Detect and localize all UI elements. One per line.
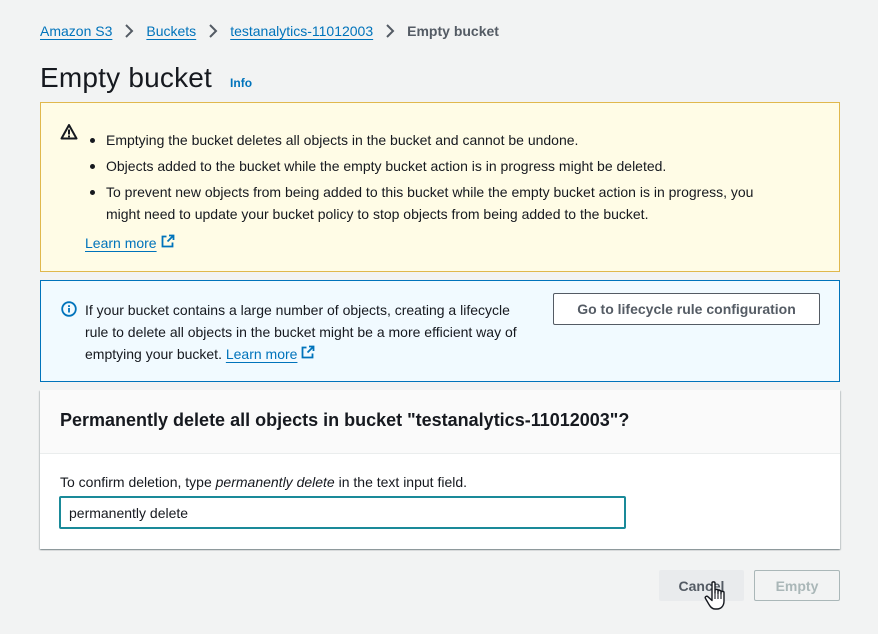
chevron-right-icon: [385, 24, 395, 38]
title-row: Empty bucket Info: [40, 62, 252, 94]
breadcrumb-buckets[interactable]: Buckets: [146, 23, 196, 39]
warning-item: Emptying the bucket deletes all objects …: [88, 129, 788, 151]
confirm-label-after: in the text input field.: [334, 474, 468, 490]
confirm-label-emphasis: permanently delete: [215, 474, 335, 490]
info-icon: [61, 301, 77, 317]
chevron-right-icon: [124, 24, 134, 38]
breadcrumb-bucket-name[interactable]: testanalytics-11012003: [230, 23, 373, 39]
confirm-label-before: To confirm deletion, type: [60, 474, 216, 490]
learn-more-label: Learn more: [225, 346, 298, 362]
warning-alert: Emptying the bucket deletes all objects …: [40, 102, 840, 272]
warning-item: To prevent new objects from being added …: [88, 181, 788, 225]
external-link-icon: [161, 234, 175, 251]
warning-list: Emptying the bucket deletes all objects …: [88, 129, 788, 229]
info-alert-text: If your bucket contains a large number o…: [85, 299, 535, 365]
learn-more-label: Learn more: [85, 234, 157, 251]
breadcrumb: Amazon S3 Buckets testanalytics-11012003…: [40, 21, 499, 41]
info-learn-more-link[interactable]: Learn more: [226, 343, 316, 365]
info-link[interactable]: Info: [230, 76, 252, 90]
confirm-label: To confirm deletion, type permanently de…: [60, 474, 467, 490]
hand-cursor-icon: [703, 580, 733, 612]
lifecycle-rule-button[interactable]: Go to lifecycle rule configuration: [553, 293, 820, 325]
breadcrumb-current: Empty bucket: [407, 23, 499, 39]
chevron-right-icon: [208, 24, 218, 38]
confirm-title: Permanently delete all objects in bucket…: [60, 410, 630, 430]
breadcrumb-amazon-s3[interactable]: Amazon S3: [40, 23, 112, 39]
warning-item: Objects added to the bucket while the em…: [88, 155, 788, 177]
confirm-header: Permanently delete all objects in bucket…: [40, 390, 840, 454]
warning-learn-more-link[interactable]: Learn more: [85, 234, 175, 251]
info-alert: If your bucket contains a large number o…: [40, 280, 840, 382]
empty-button[interactable]: Empty: [754, 570, 840, 601]
external-link-icon: [301, 343, 315, 365]
warning-icon: [60, 123, 78, 141]
confirm-panel: Permanently delete all objects in bucket…: [40, 390, 840, 549]
page-title: Empty bucket: [40, 62, 213, 93]
confirm-input[interactable]: [59, 496, 626, 529]
